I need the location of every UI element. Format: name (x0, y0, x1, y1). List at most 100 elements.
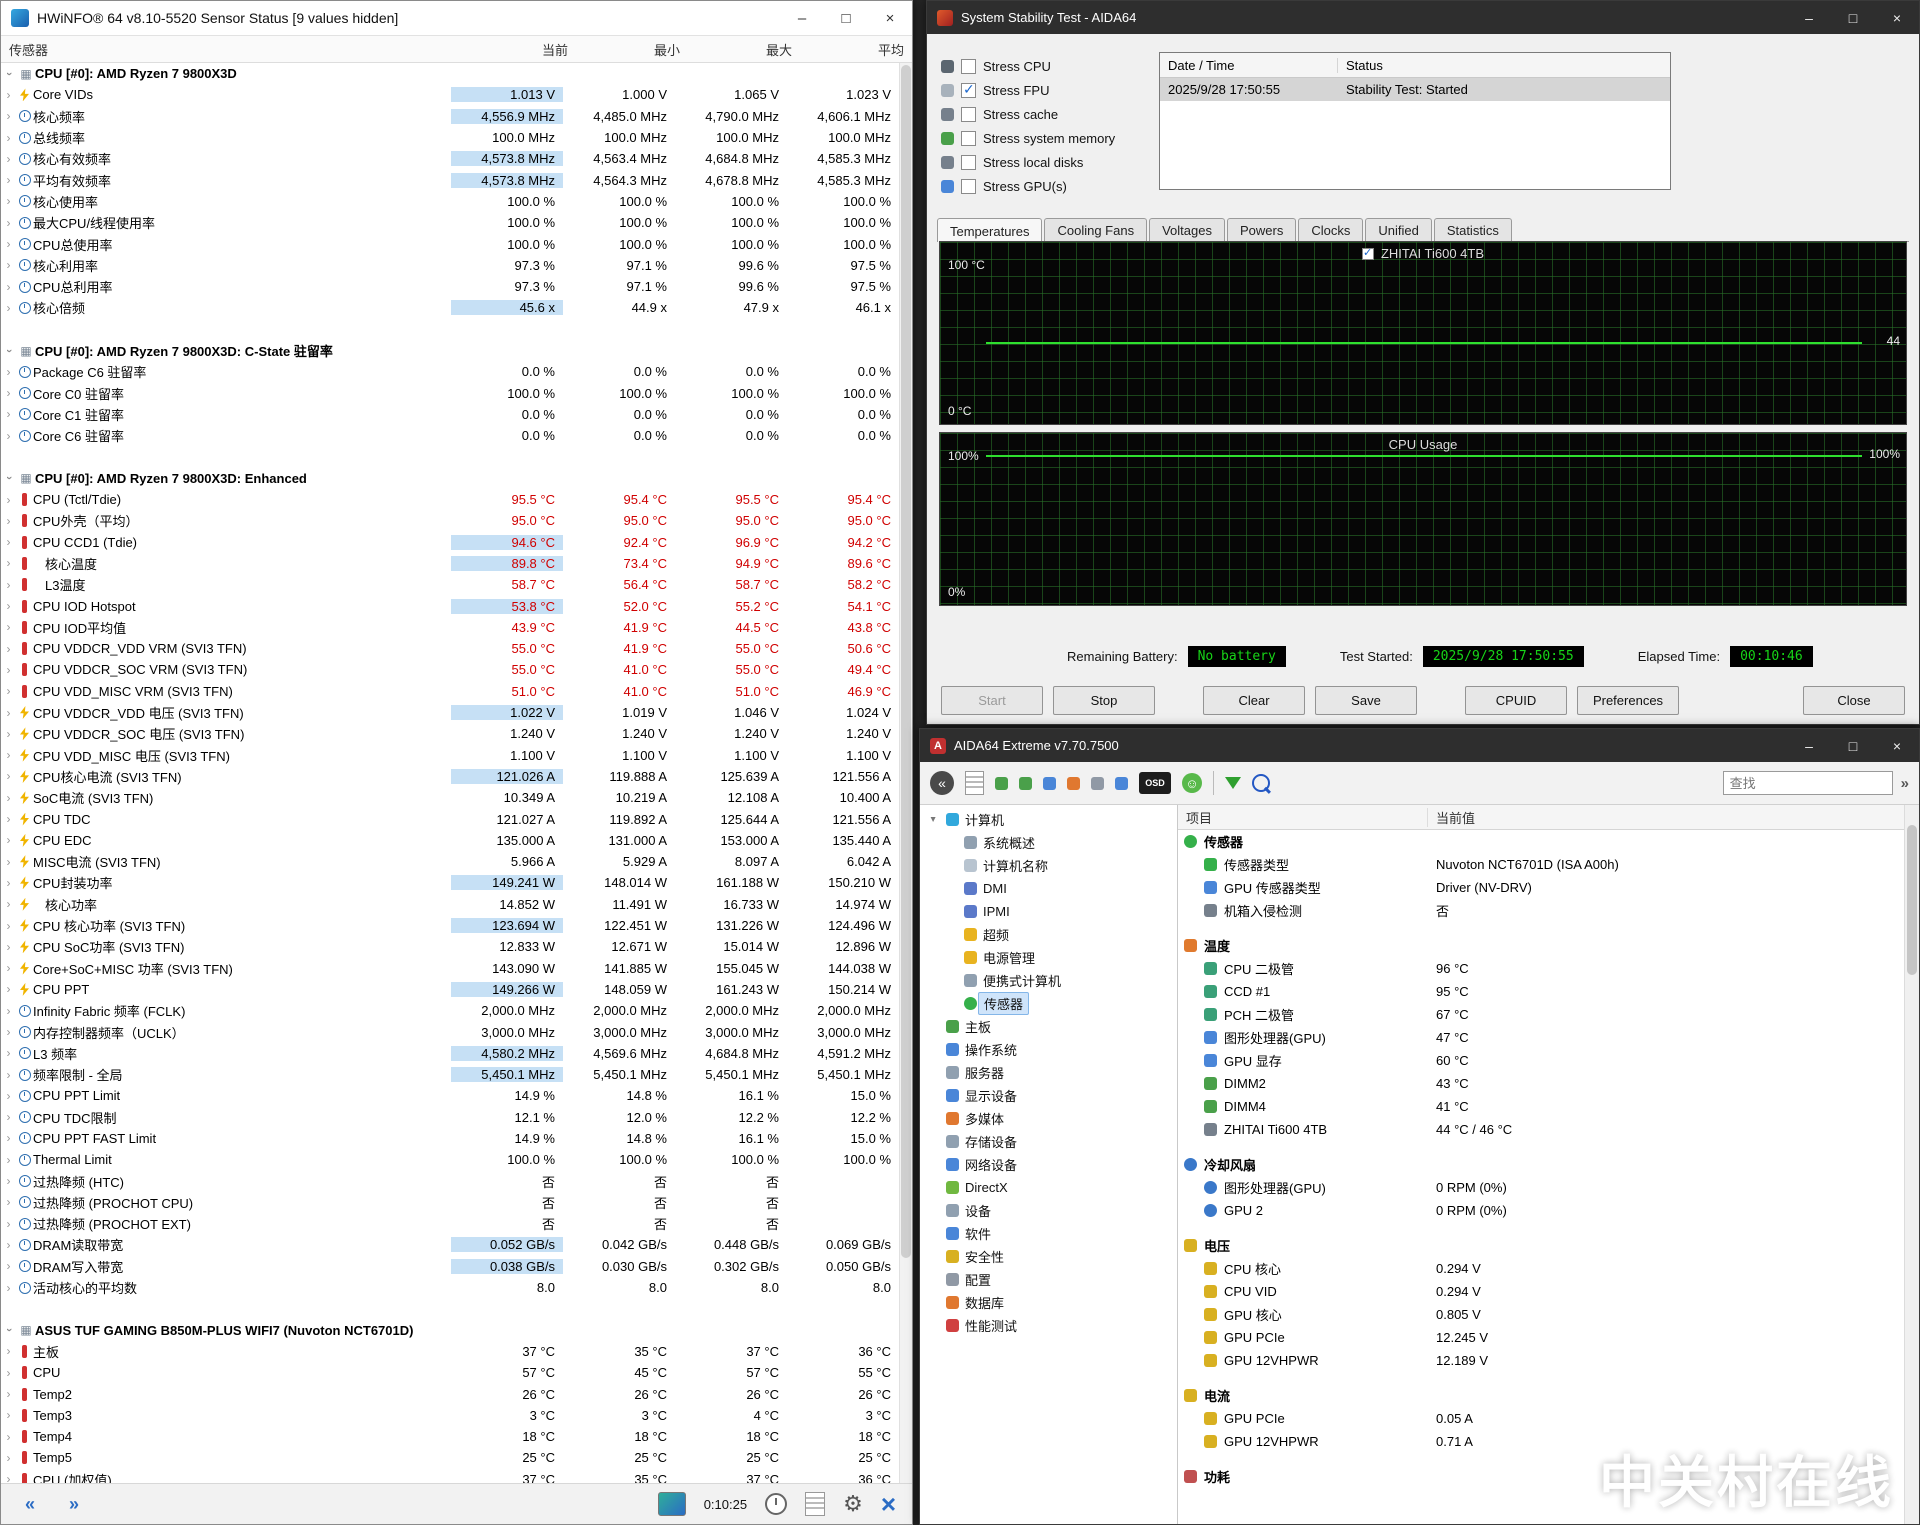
pane-row[interactable]: 机箱入侵检测 否 (1178, 899, 1904, 922)
sensor-row[interactable]: › CPU 核心功率 (SVI3 TFN) 123.694 W 122.451 W 13… (1, 915, 899, 936)
test-log-table[interactable]: Date / Time Status 2025/9/28 17:50:55 Stab… (1159, 52, 1671, 190)
sensor-row[interactable]: › 核心有效频率 4,573.8 MHz 4,563.4 MHz 4,684.8 MHz… (1, 148, 899, 169)
tree-item[interactable]: DMI (920, 877, 1177, 900)
sensor-row[interactable]: › 核心倍频 45.6 x 44.9 x 47.9 x 46.1 x (1, 297, 899, 318)
clock-icon[interactable] (765, 1493, 788, 1515)
tree-item[interactable]: 性能测试 (920, 1314, 1177, 1337)
more-options-icon[interactable]: » (1901, 775, 1909, 792)
sensor-row[interactable]: › CPU总利用率 97.3 % 97.1 % 99.6 % 97.5 % (1, 276, 899, 297)
tab-unified[interactable]: Unified (1365, 218, 1432, 241)
sensor-row[interactable]: › CPU封装功率 149.241 W 148.014 W 161.188 W 150.2… (1, 872, 899, 893)
nav-back-icon[interactable]: « (17, 1494, 43, 1515)
ruler-icon[interactable] (995, 776, 1008, 790)
osd-icon[interactable]: OSD (1139, 772, 1171, 794)
search-icon[interactable] (1252, 774, 1270, 792)
checkbox[interactable] (961, 154, 976, 170)
back-icon[interactable]: « (930, 771, 954, 795)
pane-row[interactable]: CPU 二极管 96 °C (1178, 957, 1904, 980)
pane-row[interactable]: 图形处理器(GPU) 47 °C (1178, 1026, 1904, 1049)
hwinfo-scrollbar[interactable] (899, 63, 912, 1483)
tree-item[interactable]: 存储设备 (920, 1130, 1177, 1153)
stability-titlebar[interactable]: System Stability Test - AIDA64 – □ × (927, 1, 1919, 34)
sensor-row[interactable]: › CPU VDD_MISC 电压 (SVI3 TFN) 1.100 V 1.100 … (1, 745, 899, 766)
tab-temperatures[interactable]: Temperatures (937, 218, 1043, 242)
pane-row[interactable]: GPU 显存 60 °C (1178, 1049, 1904, 1072)
checkbox[interactable] (961, 130, 976, 146)
sensor-row[interactable]: › Temp2 26 °C 26 °C 26 °C 26 °C (1, 1383, 899, 1404)
sensor-row[interactable]: › 核心使用率 100.0 % 100.0 % 100.0 % 100.0 % (1, 191, 899, 212)
sensor-row[interactable]: › 总线频率 100.0 MHz 100.0 MHz 100.0 MHz 100.0 MH… (1, 127, 899, 148)
cpuid-button[interactable]: CPUID (1465, 686, 1567, 715)
tab-voltages[interactable]: Voltages (1149, 218, 1225, 241)
stress-option[interactable]: Stress cache (941, 102, 1115, 126)
tab-statistics[interactable]: Statistics (1433, 218, 1512, 241)
search-input[interactable] (1722, 771, 1893, 795)
sensor-row[interactable]: › 过热降频 (HTC) 否 否 否 (1, 1170, 899, 1191)
checkbox[interactable] (961, 106, 976, 122)
close-button[interactable]: × (1875, 729, 1919, 762)
report-icon[interactable] (965, 771, 984, 795)
tools-icon[interactable] (1091, 776, 1104, 790)
smiley-icon[interactable]: ☺ (1182, 773, 1202, 793)
tree-item[interactable]: 操作系统 (920, 1038, 1177, 1061)
report-icon[interactable] (805, 1492, 826, 1516)
sensor-row[interactable]: › MISC电流 (SVI3 TFN) 5.966 A 5.929 A 8.097 A 6… (1, 851, 899, 872)
tree-item[interactable]: 计算机名称 (920, 854, 1177, 877)
flame-icon[interactable] (1067, 776, 1080, 790)
hwinfo-section-header[interactable]: › ▦ CPU [#0]: AMD Ryzen 7 9800X3D: C-State… (1, 340, 899, 361)
sensor-row[interactable]: › CPU SoC功率 (SVI3 TFN) 12.833 W 12.671 W 15.… (1, 936, 899, 957)
tree-item[interactable]: DirectX (920, 1176, 1177, 1199)
pane-row[interactable]: GPU 2 0 RPM (0%) (1178, 1199, 1904, 1222)
tree-item[interactable]: IPMI (920, 900, 1177, 923)
pane-row[interactable]: 传感器类型 Nuvoton NCT6701D (ISA A00h) (1178, 853, 1904, 876)
pane-row[interactable]: 图形处理器(GPU) 0 RPM (0%) (1178, 1176, 1904, 1199)
monitor-icon[interactable] (1043, 776, 1056, 790)
sensor-row[interactable]: › 最大CPU/线程使用率 100.0 % 100.0 % 100.0 % 100.0 % (1, 212, 899, 233)
log-row[interactable]: 2025/9/28 17:50:55 Stability Test: Starte… (1160, 78, 1670, 101)
sensor-row[interactable]: › CPU IOD Hotspot 53.8 °C 52.0 °C 55.2 °C 54.… (1, 595, 899, 616)
sensor-row[interactable]: › CPU VDDCR_VDD 电压 (SVI3 TFN) 1.022 V 1.019… (1, 702, 899, 723)
sensor-row[interactable]: › Temp3 3 °C 3 °C 4 °C 3 °C (1, 1405, 899, 1426)
pane-row[interactable]: GPU PCIe 0.05 A (1178, 1407, 1904, 1430)
minimize-button[interactable]: – (780, 1, 824, 35)
tree-item[interactable]: 系统概述 (920, 831, 1177, 854)
tree-item[interactable]: 数据库 (920, 1291, 1177, 1314)
pane-scrollbar[interactable] (1904, 805, 1919, 1524)
sensor-row[interactable]: › CPU外壳（平均） 95.0 °C 95.0 °C 95.0 °C 95.0 °C (1, 510, 899, 531)
tree-item[interactable]: 电源管理 (920, 946, 1177, 969)
pane-row[interactable]: GPU 传感器类型 Driver (NV-DRV) (1178, 876, 1904, 899)
minimize-button[interactable]: – (1787, 729, 1831, 762)
stress-option[interactable]: Stress GPU(s) (941, 174, 1115, 198)
close-button[interactable]: × (868, 1, 912, 35)
tab-cooling-fans[interactable]: Cooling Fans (1044, 218, 1148, 241)
sensor-row[interactable]: › SoC电流 (SVI3 TFN) 10.349 A 10.219 A 12.108 … (1, 787, 899, 808)
settings-gear-icon[interactable]: ⚙ (843, 1493, 863, 1515)
sensor-row[interactable]: › 过热降频 (PROCHOT CPU) 否 否 否 (1, 1192, 899, 1213)
sensor-row[interactable]: › 核心利用率 97.3 % 97.1 % 99.6 % 97.5 % (1, 255, 899, 276)
pane-row[interactable]: GPU 12VHPWR 12.189 V (1178, 1349, 1904, 1372)
sensor-row[interactable]: › CPU VDDCR_SOC VRM (SVI3 TFN) 55.0 °C 41.0… (1, 659, 899, 680)
pane-row[interactable]: 电流 (1178, 1384, 1904, 1407)
tree-item[interactable]: 设备 (920, 1199, 1177, 1222)
sensor-row[interactable]: › CPU EDC 135.000 A 131.000 A 153.000 A 135.4… (1, 830, 899, 851)
sensor-row[interactable]: › CPU 57 °C 45 °C 57 °C 55 °C (1, 1362, 899, 1383)
checkbox[interactable] (961, 178, 976, 194)
download-icon[interactable] (1225, 777, 1241, 789)
sensor-row[interactable]: › 内存控制器频率（UCLK） 3,000.0 MHz 3,000.0 MHz 3,00… (1, 1021, 899, 1042)
hwinfo-section-header[interactable]: › ▦ CPU [#0]: AMD Ryzen 7 9800X3D (1, 63, 899, 84)
pane-row[interactable]: ZHITAI Ti600 4TB 44 °C / 46 °C (1178, 1118, 1904, 1141)
graph-legend-checkbox[interactable] (1361, 246, 1374, 260)
tree-item[interactable]: 安全性 (920, 1245, 1177, 1268)
pane-row[interactable]: GPU PCIe 12.245 V (1178, 1326, 1904, 1349)
sensor-row[interactable]: › Temp4 18 °C 18 °C 18 °C 18 °C (1, 1426, 899, 1447)
sensor-row[interactable]: › L3 频率 4,580.2 MHz 4,569.6 MHz 4,684.8 MHz 4… (1, 1043, 899, 1064)
tree-item[interactable]: 超频 (920, 923, 1177, 946)
sensor-row[interactable]: › 核心功率 14.852 W 11.491 W 16.733 W 14.974 W (1, 894, 899, 915)
pane-row[interactable]: CPU 核心 0.294 V (1178, 1257, 1904, 1280)
pane-row[interactable]: PCH 二极管 67 °C (1178, 1003, 1904, 1026)
sensor-row[interactable]: › 活动核心的平均数 8.0 8.0 8.0 8.0 (1, 1277, 899, 1298)
preferences-button[interactable]: Preferences (1577, 686, 1679, 715)
sensor-row[interactable]: › 主板 37 °C 35 °C 37 °C 36 °C (1, 1341, 899, 1362)
start-button[interactable]: Start (941, 686, 1043, 715)
tree-item[interactable]: 软件 (920, 1222, 1177, 1245)
